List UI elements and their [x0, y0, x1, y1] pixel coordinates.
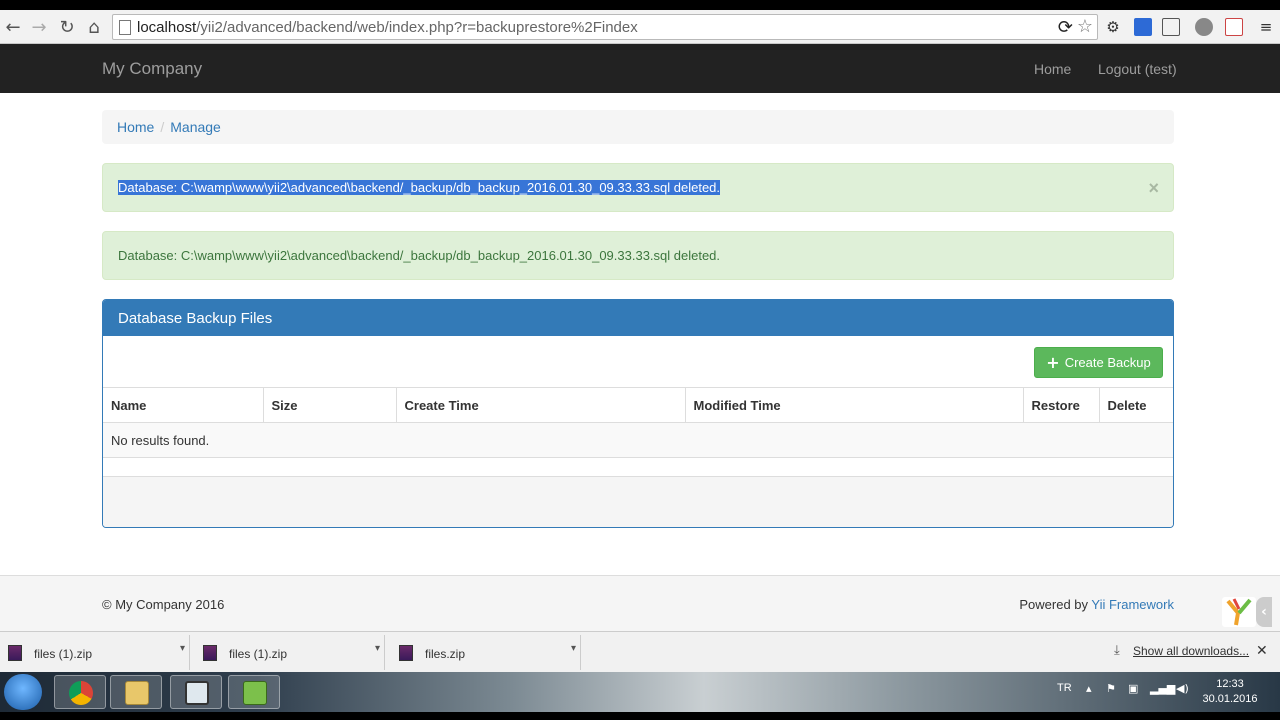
chevron-down-icon[interactable]: ▾: [375, 643, 380, 654]
download-item[interactable]: files (1).zip ▾: [0, 635, 190, 670]
screen-bottom-strip: [0, 712, 1280, 720]
monitor-icon: [185, 681, 209, 705]
device-icon[interactable]: ▣: [1128, 682, 1138, 695]
address-url: localhost/yii2/advanced/backend/web/inde…: [137, 19, 638, 36]
adblock-extension-icon[interactable]: [1195, 18, 1213, 36]
download-filename: files (1).zip: [229, 647, 288, 661]
bookmark-star-icon[interactable]: ☆: [1077, 16, 1093, 37]
empty-message: No results found.: [103, 422, 1173, 458]
page-icon: [119, 20, 131, 35]
home-icon[interactable]: ⌂: [83, 16, 105, 38]
backup-files-panel: Database Backup Files + Create Backup Na…: [102, 299, 1174, 528]
brand-link[interactable]: My Company: [102, 59, 202, 79]
forward-icon[interactable]: →: [28, 16, 50, 38]
browser-toolbar: ← → ↻ ⌂ localhost/yii2/advanced/backend/…: [0, 10, 1280, 44]
breadcrumb-home[interactable]: Home: [117, 119, 154, 135]
network-icon[interactable]: ▂▄▆: [1150, 682, 1175, 695]
close-icon[interactable]: ×: [1148, 178, 1159, 199]
yii-framework-link[interactable]: Yii Framework: [1091, 597, 1174, 612]
success-alert: Database: C:\wamp\www\yii2\advanced\back…: [102, 231, 1174, 280]
archive-icon: [399, 645, 413, 661]
panel-footer: [103, 476, 1173, 527]
table-header-row: Name Size Create Time Modified Time Rest…: [103, 387, 1173, 423]
tray-expand-icon[interactable]: ▴: [1086, 682, 1092, 695]
debug-toggle-icon[interactable]: ‹: [1256, 597, 1272, 627]
taskbar-explorer[interactable]: [110, 675, 162, 709]
column-delete: Delete: [1099, 387, 1173, 423]
start-button[interactable]: [4, 674, 42, 710]
extension-icon[interactable]: [1225, 18, 1243, 36]
column-modified-time: Modified Time: [685, 387, 1024, 423]
clock-date: 30.01.2016: [1202, 693, 1258, 705]
sync-icon[interactable]: ⟳: [1058, 17, 1073, 38]
language-indicator[interactable]: TR: [1057, 682, 1072, 694]
back-icon[interactable]: ←: [2, 16, 24, 38]
breadcrumb-manage[interactable]: Manage: [170, 119, 221, 135]
nav-logout[interactable]: Logout (test): [1098, 61, 1177, 77]
chevron-down-icon[interactable]: ▾: [180, 643, 185, 654]
close-icon[interactable]: ✕: [1256, 643, 1268, 659]
alert-message: Database: C:\wamp\www\yii2\advanced\back…: [118, 248, 721, 263]
menu-icon[interactable]: ≡: [1257, 18, 1275, 36]
taskbar-app[interactable]: [228, 675, 280, 709]
download-icon: ⤓: [1114, 643, 1120, 658]
windows-taskbar: TR ▴ ⚑ ▣ ▂▄▆ ◀) 12:33 30.01.2016: [0, 672, 1280, 712]
yii-debug-logo[interactable]: [1222, 597, 1256, 627]
show-all-downloads-link[interactable]: Show all downloads...: [1133, 644, 1249, 658]
download-filename: files (1).zip: [34, 647, 93, 661]
success-alert: Database: C:\wamp\www\yii2\advanced\back…: [102, 163, 1174, 212]
copyright: © My Company 2016: [102, 597, 225, 612]
nav-home[interactable]: Home: [1034, 61, 1071, 77]
page-footer: © My Company 2016 Powered by Yii Framewo…: [0, 575, 1280, 631]
site-navbar: My Company Home Logout (test): [0, 44, 1280, 93]
create-backup-label: Create Backup: [1064, 355, 1151, 370]
address-bar[interactable]: localhost/yii2/advanced/backend/web/inde…: [112, 14, 1098, 40]
clock-time: 12:33: [1216, 678, 1244, 690]
table-row: No results found.: [103, 422, 1173, 458]
downloads-bar: files (1).zip ▾ files (1).zip ▾ files.zi…: [0, 631, 1280, 672]
plus-icon: +: [1046, 353, 1060, 372]
column-name: Name: [103, 387, 264, 423]
reload-icon[interactable]: ↻: [56, 16, 78, 38]
panel-title: Database Backup Files: [103, 300, 1173, 336]
analytics-extension-icon[interactable]: [1134, 18, 1152, 36]
breadcrumb-separator: /: [160, 119, 165, 135]
alert-message: Database: C:\wamp\www\yii2\advanced\back…: [118, 180, 721, 195]
taskbar-remote[interactable]: [170, 675, 222, 709]
create-backup-button[interactable]: + Create Backup: [1034, 347, 1163, 378]
app-icon: [243, 681, 267, 705]
download-item[interactable]: files.zip ▾: [391, 635, 581, 670]
gear-icon[interactable]: ⚙: [1104, 18, 1122, 36]
screen-top-strip: [0, 0, 1280, 10]
volume-icon[interactable]: ◀): [1176, 682, 1189, 695]
download-filename: files.zip: [425, 647, 466, 661]
backup-files-table: Name Size Create Time Modified Time Rest…: [103, 387, 1173, 458]
breadcrumb: Home / Manage: [102, 110, 1174, 144]
chrome-icon: [69, 681, 93, 705]
taskbar-clock[interactable]: 12:33 30.01.2016: [1200, 677, 1260, 707]
archive-icon: [203, 645, 217, 661]
column-restore: Restore: [1023, 387, 1100, 423]
flag-icon[interactable]: ⚑: [1106, 682, 1116, 695]
taskbar-chrome[interactable]: [54, 675, 106, 709]
column-create-time: Create Time: [396, 387, 686, 423]
new-extension-icon[interactable]: [1162, 18, 1180, 36]
archive-icon: [8, 645, 22, 661]
chevron-down-icon[interactable]: ▾: [571, 643, 576, 654]
column-size: Size: [263, 387, 397, 423]
folder-icon: [125, 681, 149, 705]
download-item[interactable]: files (1).zip ▾: [195, 635, 385, 670]
powered-by: Powered by Yii Framework: [1019, 597, 1174, 612]
